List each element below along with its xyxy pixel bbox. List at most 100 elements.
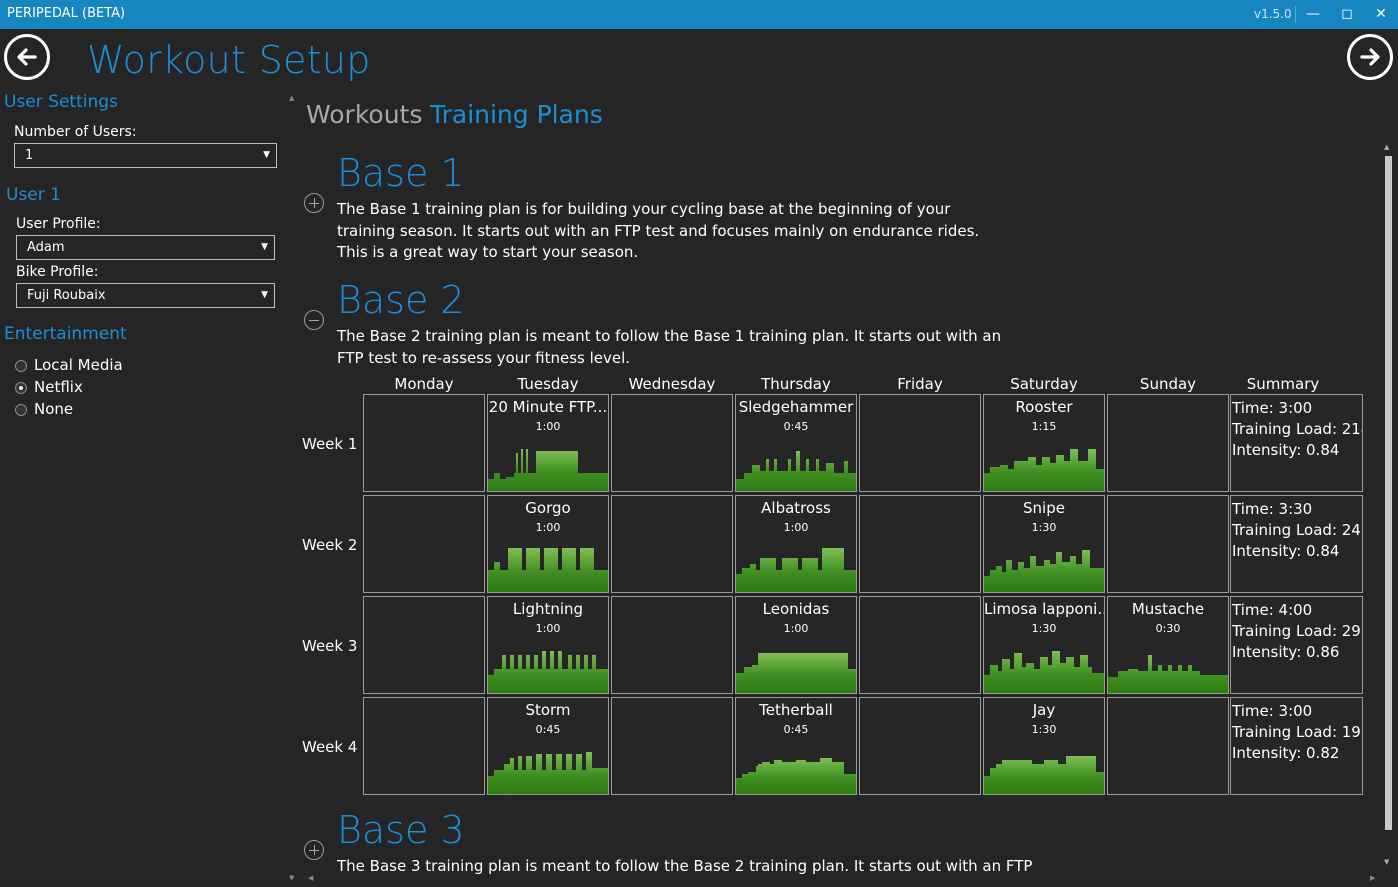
empty-day-cell[interactable] xyxy=(859,495,981,593)
workout-cell[interactable]: Snipe 1:30 xyxy=(983,495,1105,593)
tab-training-plans[interactable]: Training Plans xyxy=(430,100,603,129)
back-button[interactable] xyxy=(4,34,50,80)
week-summary: Time: 3:30 Training Load: 246 Intensity: 0… xyxy=(1230,495,1363,593)
workout-name: Rooster xyxy=(1015,398,1073,416)
workout-duration: 0:30 xyxy=(1155,622,1181,635)
workout-name: Snipe xyxy=(1023,499,1065,517)
collapse-base-2-icon[interactable] xyxy=(304,310,324,330)
week-summary: Time: 4:00 Training Load: 293 Intensity: 0… xyxy=(1230,596,1363,694)
workout-power-profile-icon xyxy=(984,756,1104,794)
workout-name: Tetherball xyxy=(759,701,833,719)
forward-button[interactable] xyxy=(1347,34,1393,80)
workout-cell[interactable]: Leonidas 1:00 xyxy=(735,596,857,694)
maximize-icon[interactable]: ◻ xyxy=(1335,3,1359,25)
empty-day-cell[interactable] xyxy=(859,394,981,492)
workout-cell[interactable]: Albatross 1:00 xyxy=(735,495,857,593)
plan-description-base-3: The Base 3 training plan is meant to fol… xyxy=(337,857,1033,875)
app-title: PERIPEDAL (BETA) xyxy=(7,6,126,21)
workout-power-profile-icon xyxy=(984,651,1104,693)
user-profile-select[interactable]: Adam ▼ xyxy=(16,235,275,260)
expand-base-3-icon[interactable] xyxy=(304,840,324,860)
workout-cell[interactable]: Tetherball 0:45 xyxy=(735,697,857,795)
workout-name: Limosa lapponi... xyxy=(984,600,1104,618)
workout-cell[interactable]: Jay 1:30 xyxy=(983,697,1105,795)
workout-cell[interactable]: Lightning 1:00 xyxy=(487,596,609,694)
bike-profile-select[interactable]: Fuji Roubaix ▼ xyxy=(16,283,275,308)
user-settings-heading: User Settings xyxy=(4,92,118,112)
plan-description-base-1: The Base 1 training plan is for building… xyxy=(337,200,980,261)
workout-name: 20 Minute FTP... xyxy=(488,398,608,416)
num-users-select[interactable]: 1 ▼ xyxy=(14,143,277,168)
scroll-down-arrow-icon[interactable]: ▼ xyxy=(289,874,294,882)
close-icon[interactable]: ✕ xyxy=(1369,3,1393,25)
horizontal-scroll-right-icon[interactable]: ▶ xyxy=(1370,874,1375,882)
workout-power-profile-icon xyxy=(736,451,856,491)
empty-day-cell[interactable] xyxy=(611,495,733,593)
workout-cell[interactable]: Gorgo 1:00 xyxy=(487,495,609,593)
scroll-up-arrow-icon[interactable]: ▲ xyxy=(289,94,294,102)
user-profile-value: Adam xyxy=(27,240,65,255)
empty-day-cell[interactable] xyxy=(859,697,981,795)
plan-description-base-2: The Base 2 training plan is meant to fol… xyxy=(337,327,1002,367)
empty-day-cell[interactable] xyxy=(611,697,733,795)
radio-none[interactable] xyxy=(15,404,27,416)
workout-name: Storm xyxy=(525,701,571,719)
workout-cell[interactable]: Rooster 1:15 xyxy=(983,394,1105,492)
day-header-sunday: Sunday xyxy=(1139,375,1197,393)
workout-cell[interactable]: Storm 0:45 xyxy=(487,697,609,795)
empty-day-cell[interactable] xyxy=(611,394,733,492)
summary-time: Time: 3:30 xyxy=(1232,500,1313,518)
summary-intensity: Intensity: 0.86 xyxy=(1232,643,1340,661)
workout-cell[interactable]: 20 Minute FTP... 1:00 xyxy=(487,394,609,492)
workout-power-profile-icon xyxy=(1108,655,1228,693)
workout-power-profile-icon xyxy=(736,548,856,592)
expand-base-1-icon[interactable] xyxy=(304,193,324,213)
summary-time: Time: 3:00 xyxy=(1232,702,1313,720)
workout-name: Sledgehammer xyxy=(738,398,854,416)
vertical-scroll-up-icon[interactable]: ▲ xyxy=(1384,143,1389,151)
horizontal-scroll-left-icon[interactable]: ◀ xyxy=(308,874,313,882)
tab-workouts[interactable]: Workouts xyxy=(306,100,422,129)
chevron-down-icon: ▼ xyxy=(263,150,270,160)
workout-cell[interactable]: Mustache 0:30 xyxy=(1107,596,1229,694)
workout-duration: 1:00 xyxy=(783,622,809,635)
empty-day-cell[interactable] xyxy=(363,495,485,593)
radio-netflix[interactable] xyxy=(15,382,27,394)
chevron-down-icon: ▼ xyxy=(261,290,268,300)
day-header-saturday: Saturday xyxy=(1010,375,1078,393)
vertical-scroll-down-icon[interactable]: ▼ xyxy=(1384,858,1389,866)
empty-day-cell[interactable] xyxy=(1107,697,1229,795)
workout-cell[interactable]: Sledgehammer 0:45 xyxy=(735,394,857,492)
summary-training-load: Training Load: 246 xyxy=(1232,521,1363,539)
workout-name: Gorgo xyxy=(525,499,571,517)
empty-day-cell[interactable] xyxy=(1107,394,1229,492)
summary-intensity: Intensity: 0.84 xyxy=(1232,542,1340,560)
user-section-heading: User 1 xyxy=(6,185,61,205)
vertical-scrollbar-thumb[interactable] xyxy=(1385,156,1392,830)
day-header-friday: Friday xyxy=(897,375,943,393)
empty-day-cell[interactable] xyxy=(859,596,981,694)
num-users-label: Number of Users: xyxy=(14,124,137,140)
workout-duration: 1:15 xyxy=(1031,420,1057,433)
week-label: Week 4 xyxy=(302,738,358,756)
entertainment-heading: Entertainment xyxy=(4,324,127,344)
workout-power-profile-icon xyxy=(488,548,608,592)
workout-name: Mustache xyxy=(1131,600,1205,618)
radio-local-media[interactable] xyxy=(15,360,27,372)
minimize-icon[interactable]: — xyxy=(1301,3,1325,25)
empty-day-cell[interactable] xyxy=(1107,495,1229,593)
empty-day-cell[interactable] xyxy=(363,596,485,694)
summary-intensity: Intensity: 0.84 xyxy=(1232,441,1340,459)
week-label: Week 2 xyxy=(302,536,358,554)
empty-day-cell[interactable] xyxy=(363,394,485,492)
summary-training-load: Training Load: 293 xyxy=(1232,622,1363,640)
workout-cell[interactable]: Limosa lapponi... 1:30 xyxy=(983,596,1105,694)
empty-day-cell[interactable] xyxy=(611,596,733,694)
workout-power-profile-icon xyxy=(736,653,856,693)
num-users-value: 1 xyxy=(25,148,34,163)
empty-day-cell[interactable] xyxy=(363,697,485,795)
plan-title-base-2: Base 2 xyxy=(337,278,465,322)
version-label: v1.5.0 xyxy=(1254,7,1292,21)
workout-power-profile-icon xyxy=(488,752,608,794)
week-label: Week 3 xyxy=(302,637,358,655)
